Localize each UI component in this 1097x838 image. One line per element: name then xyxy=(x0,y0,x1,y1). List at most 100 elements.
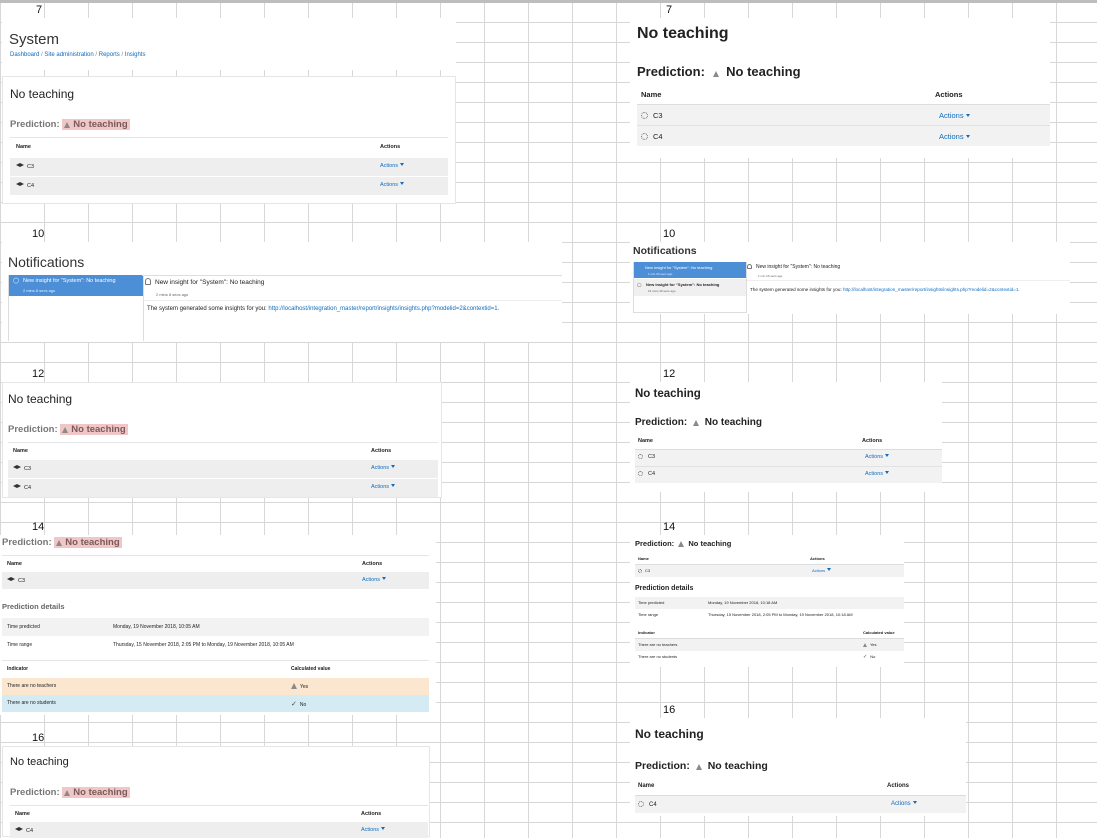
caret-down-icon xyxy=(382,577,387,580)
actions-menu[interactable]: Actions xyxy=(371,484,396,490)
insight-panel: No teaching Prediction: No teaching Name… xyxy=(630,382,942,492)
notifications-title: Notifications xyxy=(8,254,85,270)
notifications-panel: Notifications New insight for "System": … xyxy=(630,242,1070,314)
divider xyxy=(747,280,1070,281)
actions-menu[interactable]: Actions xyxy=(361,827,386,833)
table-row: C3 Actions xyxy=(637,105,1050,126)
notification-time: 2 mins 8 secs ago xyxy=(156,292,189,297)
notification-list: ◯ New insight for "System": No teaching … xyxy=(8,275,144,341)
actions-menu[interactable]: Actions xyxy=(380,163,405,169)
warning-icon xyxy=(62,427,69,433)
gear-icon xyxy=(641,133,648,140)
row-number: 12 xyxy=(32,368,45,380)
row-number: 7 xyxy=(666,4,673,16)
notifications-title: Notifications xyxy=(633,245,697,257)
actions-menu[interactable]: Actions xyxy=(371,465,396,471)
insight-title: No teaching xyxy=(10,756,69,768)
caret-down-icon xyxy=(391,484,396,487)
bell-icon xyxy=(145,278,151,285)
insights-link[interactable]: http://localhost/integration_master/repo… xyxy=(843,287,1020,292)
graduation-cap-icon xyxy=(13,465,21,469)
details-row: Time range Thursday, 15 November 2018, 2… xyxy=(7,642,294,648)
indicators-table: Indicator Calculated value There are no … xyxy=(2,660,429,712)
notification-list-item[interactable]: ◯ New insight for "System": No teaching … xyxy=(9,275,143,296)
insights-link[interactable]: http://localhost/integration_master/repo… xyxy=(268,306,499,312)
breadcrumb-dashboard[interactable]: Dashboard xyxy=(10,52,39,58)
insight-panel: No teaching Prediction: No teaching Name… xyxy=(2,746,430,838)
caret-down-icon xyxy=(400,163,405,166)
warning-icon xyxy=(693,420,700,426)
bell-icon: ◯ xyxy=(13,278,20,284)
prediction-details-title: Prediction details xyxy=(2,602,65,611)
row-number: 16 xyxy=(663,704,676,716)
indicator-value: Yes xyxy=(863,642,877,647)
indicator-row: There are no students ✓ No xyxy=(638,654,876,660)
details-table: Time predicted Monday, 19 November 2018,… xyxy=(2,618,429,654)
table-row: C4 Actions xyxy=(637,126,1050,146)
caret-down-icon xyxy=(885,454,890,457)
prediction-details-panel: Prediction: No teaching Name Actions C3 … xyxy=(630,535,904,667)
caret-down-icon xyxy=(381,827,386,830)
table-header: Name Actions xyxy=(635,780,966,796)
actions-menu[interactable]: Actions xyxy=(939,132,970,141)
graduation-cap-icon xyxy=(7,577,15,581)
table-header: Indicator Calculated value xyxy=(2,660,429,678)
actions-menu[interactable]: Actions xyxy=(865,471,890,477)
table-header: Indicator Calculated value xyxy=(635,627,904,639)
warning-icon xyxy=(695,764,702,770)
course-c4: C4 xyxy=(15,827,33,834)
actions-menu[interactable]: Actions xyxy=(939,111,970,120)
prediction-line: Prediction: No teaching xyxy=(635,417,763,428)
check-icon: ✓ xyxy=(863,654,868,660)
notification-time: 1 min 26 secs ago xyxy=(758,274,783,278)
breadcrumb: Dashboard / Site administration / Report… xyxy=(10,52,146,58)
row-number: 10 xyxy=(663,228,676,240)
prediction-line: Prediction: No teaching xyxy=(8,424,128,435)
divider xyxy=(142,275,562,276)
notification-list: New insight for "System": No teaching 1 … xyxy=(633,262,747,313)
actions-menu[interactable]: Actions xyxy=(380,182,405,188)
insight-title: No teaching xyxy=(635,727,704,741)
insight-panel: No teaching Prediction: No teaching Name… xyxy=(2,76,456,204)
notification-list-item[interactable]: New insight for "System": No teaching 1 … xyxy=(634,262,746,278)
row-number: 10 xyxy=(32,228,45,240)
gear-icon xyxy=(638,569,642,573)
warning-icon xyxy=(56,540,63,546)
course-c3: C3 xyxy=(7,577,25,584)
course-c3: C3 xyxy=(638,568,650,573)
course-c3: C3 xyxy=(638,454,655,460)
prediction-details-panel: Prediction: No teaching Name Actions C3 … xyxy=(0,535,436,715)
warning-icon xyxy=(712,71,719,77)
caret-down-icon xyxy=(965,135,970,138)
table-row: C3 Actions xyxy=(8,460,438,478)
insight-title: No teaching xyxy=(635,388,701,400)
breadcrumb-insights[interactable]: Insights xyxy=(125,52,146,58)
predictions-table: Name Actions C3 Actions C4 Actions xyxy=(10,137,448,195)
gear-icon xyxy=(638,801,644,807)
warning-icon xyxy=(863,643,867,647)
divider xyxy=(142,300,562,301)
gear-icon xyxy=(638,471,643,476)
bell-icon: ◯ xyxy=(637,282,642,287)
notification-list-item[interactable]: ◯ New insight for "System": No teaching … xyxy=(634,278,746,296)
prediction-badge: No teaching xyxy=(62,787,130,798)
details-row: Time predicted Monday, 19 November 2018,… xyxy=(2,618,429,636)
insight-title: No teaching xyxy=(637,25,729,42)
insight-panel: No teaching Prediction: No teaching Name… xyxy=(630,18,1050,158)
caret-down-icon xyxy=(391,465,396,468)
breadcrumb-reports[interactable]: Reports xyxy=(99,52,120,58)
actions-menu[interactable]: Actions xyxy=(362,577,387,583)
insight-panel: No teaching Prediction: No teaching Name… xyxy=(2,382,442,498)
actions-menu[interactable]: Actions xyxy=(812,568,832,573)
actions-menu[interactable]: Actions xyxy=(891,801,917,807)
breadcrumb-site-administration[interactable]: Site administration xyxy=(44,52,93,58)
predictions-table: Name Actions C4 Actions xyxy=(635,780,966,813)
gear-icon xyxy=(638,454,643,459)
predictions-table: Name Actions C3 Actions C4 Actions xyxy=(8,442,438,497)
course-c3: C3 xyxy=(641,111,663,120)
indicator-row: There are no teachers Yes xyxy=(635,639,904,651)
course-c4: C4 xyxy=(16,182,34,189)
graduation-cap-icon xyxy=(16,163,24,167)
course-c3: C3 xyxy=(13,465,31,472)
actions-menu[interactable]: Actions xyxy=(865,454,890,460)
